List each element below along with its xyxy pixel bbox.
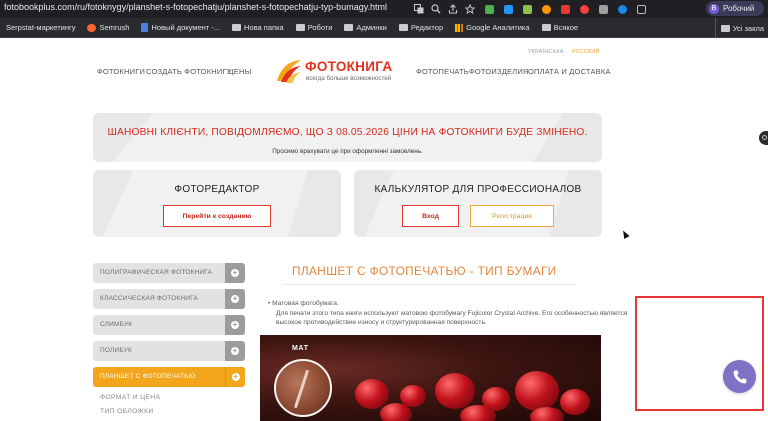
ext-icon-4[interactable] xyxy=(537,1,556,17)
profile-label: Робочий xyxy=(723,4,755,13)
pomegranate-seed xyxy=(560,389,590,415)
logo-tagline: всегда больше возможностей xyxy=(306,75,392,82)
notice-title: ШАНОВНІ КЛІЄНТИ, ПОВІДОМЛЯЄМО, ЩО З 08.0… xyxy=(107,127,588,138)
ext-icon-7[interactable] xyxy=(594,1,613,17)
nav-photoprint[interactable]: ФОТОПЕЧАТЬ xyxy=(416,67,469,76)
url-field[interactable]: fotobookplus.com/ru/fotoknygy/planshet-s… xyxy=(4,2,387,12)
expand-plus-icon[interactable]: + xyxy=(225,289,245,309)
pro-calculator-title: КАЛЬКУЛЯТОР ДЛЯ ПРОФЕССИОНАЛОВ xyxy=(374,184,582,195)
pro-calculator-card: КАЛЬКУЛЯТОР ДЛЯ ПРОФЕССИОНАЛОВ Вход Реги… xyxy=(354,170,602,237)
photo-label: МАТ xyxy=(292,345,309,352)
pomegranate-seed xyxy=(435,373,475,409)
magnifier-lens xyxy=(274,359,332,417)
bookmark-star-icon[interactable] xyxy=(461,1,478,17)
pomegranate-seed xyxy=(515,371,559,411)
profile-button[interactable]: В Робочий xyxy=(706,1,764,16)
ext-icon-3[interactable] xyxy=(518,1,537,17)
nav-photo-products[interactable]: ФОТОИЗДЕЛИЯ xyxy=(469,67,529,76)
paper-description: Для печати этого типа книги используют м… xyxy=(276,310,628,326)
ext-icon-2[interactable] xyxy=(499,1,518,17)
extensions-bar xyxy=(480,1,651,17)
sidebar-item-polybook[interactable]: ПОЛИБУК + xyxy=(93,341,245,361)
sidebar-item-slimbook[interactable]: СЛИМБУК + xyxy=(93,315,245,335)
expand-plus-icon[interactable]: + xyxy=(225,263,245,283)
all-bookmarks[interactable]: Усі закла xyxy=(714,18,764,38)
lang-russian[interactable]: РУССКИЙ xyxy=(572,49,600,55)
logo-title: ФОТОКНИГА xyxy=(305,59,393,74)
sublink-cover-type[interactable]: ТИП ОБЛОЖКИ xyxy=(100,408,154,415)
expand-plus-icon[interactable]: + xyxy=(225,341,245,361)
pomegranate-seed xyxy=(355,379,389,409)
bookmark-new-folder[interactable]: Нова папка xyxy=(226,18,290,38)
sidebar-item-planshet[interactable]: ПЛАНШЕТ С ФОТОПЕЧАТЬЮ + xyxy=(93,367,245,387)
ext-icon-1[interactable] xyxy=(480,1,499,17)
photo-editor-title: ФОТОРЕДАКТОР xyxy=(174,184,260,195)
title-divider xyxy=(283,284,576,285)
bullet-item: • Матовая фотобумага. xyxy=(268,300,339,307)
nav-fotoknigi[interactable]: ФОТОКНИГИ xyxy=(97,67,145,76)
logo-mark-icon xyxy=(277,60,301,83)
share-icon[interactable] xyxy=(444,1,461,17)
bookmark-semrush[interactable]: Semrush xyxy=(81,18,135,38)
pomegranate-seed xyxy=(380,403,412,421)
nav-prices[interactable]: ЦЕНЫ xyxy=(228,67,251,76)
address-bar-actions xyxy=(410,1,478,17)
bookmarks-bar: Serpstat-маркетингу Semrush Новый докуме… xyxy=(0,18,768,38)
lang-ukrainian[interactable]: УКРАЇНСЬКА xyxy=(528,49,564,55)
nav-create-fotokniga[interactable]: СОЗДАТЬ ФОТОКНИГУ xyxy=(146,67,232,76)
browser-address-bar: fotobookplus.com/ru/fotoknygy/planshet-s… xyxy=(0,0,768,18)
zoom-icon[interactable] xyxy=(427,1,444,17)
profile-avatar: В xyxy=(709,3,719,14)
bookmark-new-document[interactable]: Новый документ -... xyxy=(135,18,226,38)
folder-icon xyxy=(720,24,730,32)
notice-subtitle: Просимо врахувати це при оформленні замо… xyxy=(272,148,423,155)
expand-plus-icon[interactable]: + xyxy=(225,315,245,335)
login-button[interactable]: Вход xyxy=(402,205,459,227)
photo-editor-card: ФОТОРЕДАКТОР Перейти к созданию xyxy=(93,170,341,237)
analytics-icon xyxy=(455,23,464,32)
folder-icon xyxy=(398,24,408,31)
folder-icon xyxy=(295,24,305,31)
nav-payment-delivery[interactable]: ОПЛАТА И ДОСТАВКА xyxy=(528,67,611,76)
pomegranate-seed xyxy=(530,407,564,421)
ext-icon-5[interactable] xyxy=(556,1,575,17)
folder-icon xyxy=(344,24,354,31)
page-title: ПЛАНШЕТ С ФОТОПЕЧАТЬЮ - ТИП БУМАГИ xyxy=(292,264,557,278)
document-icon xyxy=(141,23,149,32)
semrush-icon xyxy=(87,23,97,32)
price-change-notice: ШАНОВНІ КЛІЄНТИ, ПОВІДОМЛЯЄМО, ЩО З 08.0… xyxy=(93,113,602,162)
phone-icon xyxy=(733,370,746,383)
ext-icon-8[interactable] xyxy=(613,1,632,17)
matte-paper-photo: МАТ xyxy=(260,335,601,421)
mouse-cursor xyxy=(620,229,630,239)
sublink-format-price[interactable]: ФОРМАТ И ЦЕНА xyxy=(100,394,160,401)
register-button[interactable]: Регистрация xyxy=(470,205,554,227)
side-widget-tab[interactable] xyxy=(759,131,768,145)
puzzle-icon[interactable] xyxy=(632,1,651,17)
pomegranate-seed xyxy=(460,405,496,421)
sidebar-item-classic[interactable]: КЛАССИЧЕСКАЯ ФОТОКНИГА + xyxy=(93,289,245,309)
expand-plus-icon[interactable]: + xyxy=(225,367,245,387)
sidebar-item-polygraphic[interactable]: ПОЛИГРАФИЧЕСКАЯ ФОТОКНИГА + xyxy=(93,263,245,283)
translate-icon[interactable] xyxy=(410,1,427,17)
callback-phone-button[interactable] xyxy=(723,360,756,393)
ext-icon-6[interactable] xyxy=(575,1,594,17)
bookmark-serpstat[interactable]: Serpstat-маркетингу xyxy=(0,18,81,38)
highlight-frame xyxy=(635,296,764,411)
bookmark-google-analytics[interactable]: Google Аналитика xyxy=(449,18,535,38)
folder-icon xyxy=(541,24,551,31)
bookmark-adminki[interactable]: Админки xyxy=(338,18,392,38)
start-creating-button[interactable]: Перейти к созданию xyxy=(163,205,271,227)
bookmark-redaktor[interactable]: Редактор xyxy=(393,18,449,38)
site-logo[interactable]: ФОТОКНИГА всегда больше возможностей xyxy=(275,56,397,86)
folder-icon xyxy=(232,24,242,31)
bookmark-vsyakoe[interactable]: Всякое xyxy=(536,18,585,38)
bookmark-roboty[interactable]: Роботи xyxy=(290,18,339,38)
